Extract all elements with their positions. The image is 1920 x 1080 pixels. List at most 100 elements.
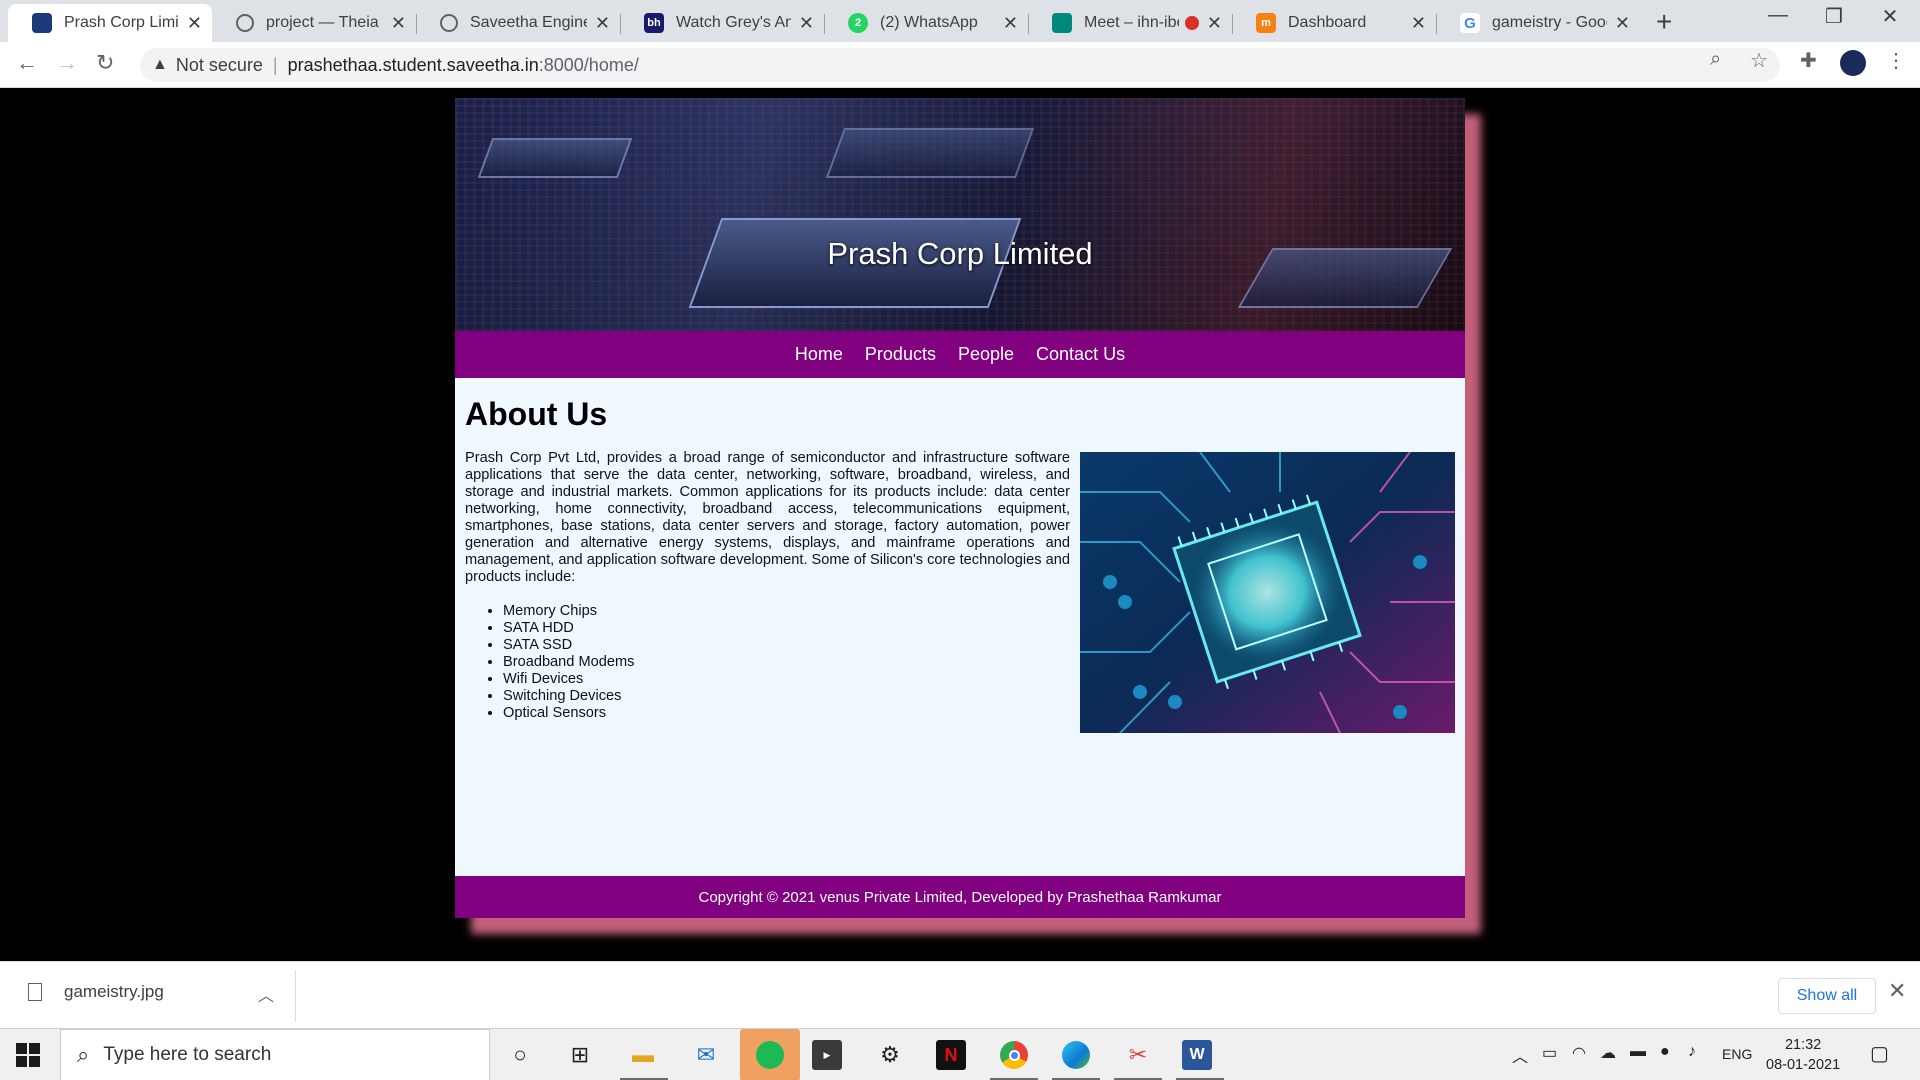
page-viewport: Prash Corp Limited Home Products People … (0, 89, 1920, 961)
list-item: Switching Devices (503, 688, 634, 705)
download-shelf: gameistry.jpg ︿ Show all ✕ (0, 961, 1920, 1028)
nav-products[interactable]: Products (865, 344, 936, 365)
moodle-icon: m (1256, 13, 1276, 33)
close-tab-icon[interactable]: ✕ (799, 13, 814, 34)
spotify-icon[interactable] (740, 1029, 800, 1080)
chrome-icon[interactable] (996, 1037, 1032, 1073)
tab-title: Watch Grey's Anat (676, 14, 791, 31)
close-tab-icon[interactable]: ✕ (595, 13, 610, 34)
meet-icon (1052, 13, 1072, 33)
close-icon[interactable]: ✕ (1888, 978, 1906, 1004)
prime-video-icon[interactable]: ▶ (812, 1040, 842, 1070)
close-window-icon[interactable]: ✕ (1862, 4, 1918, 29)
search-placeholder[interactable]: Type here to search (103, 1044, 271, 1066)
notifications-icon[interactable]: ▢ (1870, 1041, 1889, 1066)
windows-start-icon[interactable] (16, 1043, 40, 1067)
tab-strip: Prash Corp Limited ✕ project — Theia M ✕… (0, 0, 1920, 42)
tab-title: Saveetha Engineer (470, 14, 587, 31)
task-view-icon[interactable]: ⊞ (562, 1037, 598, 1073)
onedrive-icon[interactable]: ☁ (1600, 1043, 1616, 1063)
close-tab-icon[interactable]: ✕ (1207, 13, 1222, 34)
tab-gameistry[interactable]: G gameistry - Googl ✕ (1436, 4, 1640, 42)
product-list: Memory Chips SATA HDD SATA SSD Broadband… (503, 603, 634, 722)
microphone-icon[interactable]: ● (1660, 1043, 1670, 1061)
battery-icon[interactable]: ▬ (1630, 1043, 1646, 1061)
language-indicator[interactable]: ENG (1722, 1046, 1752, 1062)
chevron-up-icon[interactable]: ︿ (258, 982, 274, 1006)
meet-now-icon[interactable]: ▭ (1542, 1043, 1557, 1063)
chevron-up-icon[interactable]: ︿ (1512, 1043, 1528, 1067)
reload-icon[interactable]: ↻ (96, 50, 114, 76)
url-path[interactable]: :8000/home/ (539, 55, 639, 76)
windows-taskbar: ⌕ Type here to search ○ ⊞ ▬ ✉ ▶ ⚙ N ✂ W … (0, 1028, 1920, 1080)
security-label[interactable]: Not secure (176, 55, 263, 76)
main-content: About Us Prash Corp Pvt Ltd, provides a … (455, 378, 1465, 876)
minimize-icon[interactable]: — (1750, 4, 1806, 27)
wifi-icon[interactable]: ◠ (1572, 1043, 1586, 1063)
close-tab-icon[interactable]: ✕ (391, 13, 406, 34)
site-title: Prash Corp Limited (827, 236, 1093, 271)
close-tab-icon[interactable]: ✕ (1411, 13, 1426, 34)
nav-people[interactable]: People (958, 344, 1014, 365)
tab-theia[interactable]: project — Theia M ✕ (212, 4, 416, 42)
list-item: SATA SSD (503, 637, 634, 654)
circuit-chip-illustration (1080, 452, 1455, 733)
bookmark-star-icon[interactable]: ☆ (1750, 48, 1768, 73)
profile-avatar[interactable] (1840, 50, 1866, 76)
tab-whatsapp[interactable]: 2 (2) WhatsApp ✕ (824, 4, 1028, 42)
address-divider: | (272, 54, 278, 75)
mail-icon[interactable]: ✉ (688, 1037, 724, 1073)
close-tab-icon[interactable]: ✕ (1003, 13, 1018, 34)
close-tab-icon[interactable]: ✕ (187, 13, 202, 34)
netflix-icon[interactable]: N (936, 1040, 966, 1070)
warning-icon[interactable]: ▲ (152, 56, 168, 74)
recording-icon (1184, 16, 1199, 30)
back-icon[interactable]: ← (16, 50, 38, 76)
taskbar-search-box[interactable]: ⌕ Type here to search (60, 1029, 490, 1080)
tab-title: Meet – ihn-ibe (1084, 14, 1179, 31)
forward-icon[interactable]: → (56, 50, 78, 76)
page-heading: About Us (465, 396, 608, 432)
new-tab-button[interactable]: + (1656, 6, 1672, 38)
url-host[interactable]: prashethaa.student.saveetha.in (288, 55, 539, 76)
word-icon[interactable]: W (1182, 1040, 1212, 1070)
nav-home[interactable]: Home (795, 344, 843, 365)
circuit-chip-image (1080, 452, 1455, 733)
system-clock[interactable]: 21:32 08-01-2021 (1766, 1035, 1840, 1075)
snip-sketch-icon[interactable]: ✂ (1120, 1037, 1156, 1073)
tab-title: Dashboard (1288, 14, 1367, 31)
extensions-icon[interactable]: ✚ (1800, 48, 1817, 73)
tab-dashboard[interactable]: m Dashboard ✕ (1232, 4, 1436, 42)
main-nav: Home Products People Contact Us (455, 331, 1465, 378)
close-tab-icon[interactable]: ✕ (1615, 13, 1630, 34)
download-filename[interactable]: gameistry.jpg (64, 982, 164, 1002)
address-bar[interactable]: ▲ Not secure | prashethaa.student.saveet… (140, 48, 1780, 82)
search-icon: ⌕ (77, 1042, 90, 1067)
tab-saveetha[interactable]: Saveetha Engineer ✕ (416, 4, 620, 42)
show-all-button[interactable]: Show all (1778, 978, 1876, 1014)
list-item: Optical Sensors (503, 705, 634, 722)
cortana-icon[interactable]: ○ (502, 1037, 538, 1073)
globe-icon (236, 14, 254, 32)
menu-icon[interactable]: ⋮ (1886, 48, 1906, 73)
tab-title: project — Theia M (266, 14, 383, 31)
restore-icon[interactable]: ❐ (1806, 4, 1862, 29)
site-favicon-icon (32, 13, 52, 33)
zoom-icon[interactable]: ⌕ (1710, 48, 1721, 71)
download-item[interactable]: gameistry.jpg (28, 982, 164, 1002)
clock-time: 21:32 (1784, 1037, 1822, 1053)
settings-gear-icon[interactable]: ⚙ (872, 1037, 908, 1073)
list-item: Broadband Modems (503, 654, 634, 671)
tab-meet[interactable]: Meet – ihn-ibe ✕ (1028, 4, 1232, 42)
file-explorer-icon[interactable]: ▬ (625, 1037, 661, 1073)
tab-greys-anatomy[interactable]: bh Watch Grey's Anat ✕ (620, 4, 824, 42)
volume-icon[interactable]: ♪ (1688, 1043, 1696, 1061)
tab-prash-corp[interactable]: Prash Corp Limited ✕ (8, 4, 212, 42)
banner-chip-shape (477, 138, 633, 178)
site-container: Prash Corp Limited Home Products People … (455, 98, 1465, 918)
google-icon: G (1460, 13, 1480, 33)
list-item: Wifi Devices (503, 671, 634, 688)
nav-contact-us[interactable]: Contact Us (1036, 344, 1125, 365)
edge-icon[interactable] (1058, 1037, 1094, 1073)
tab-title: gameistry - Googl (1492, 14, 1607, 31)
